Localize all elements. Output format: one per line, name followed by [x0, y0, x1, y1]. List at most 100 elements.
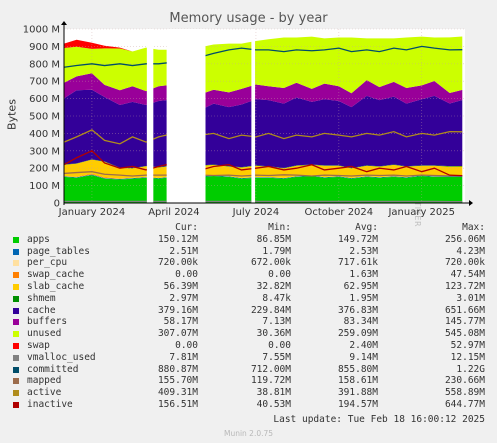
legend-max: 651.66M [444, 304, 485, 316]
header-avg: Avg: [355, 222, 378, 233]
y-tick-label: 200 M [29, 164, 60, 175]
legend-name: swap_cache [27, 269, 85, 281]
legend-avg: 1.63M [349, 269, 378, 281]
legend-cur: 150.12M [157, 233, 198, 245]
legend-cur: 0.00 [175, 340, 198, 351]
legend-min: 7.55M [262, 351, 291, 363]
legend-min: 712.00M [250, 363, 291, 375]
legend-swatch [13, 354, 19, 361]
legend-min: 32.82M [256, 281, 291, 292]
legend-swatch [13, 260, 19, 267]
legend-name: apps [27, 233, 50, 245]
legend-row-unused: unused 307.07M 30.36M 259.09M 545.08M [0, 328, 497, 340]
data-gap [146, 29, 154, 203]
legend-cur: 0.00 [175, 269, 198, 281]
legend-max: 644.77M [444, 399, 485, 410]
legend-swatch [13, 390, 19, 397]
header-cur: Cur: [175, 222, 198, 233]
legend-avg: 376.83M [337, 304, 378, 316]
legend-name: vmalloc_used [27, 351, 96, 363]
legend-name: mapped [27, 375, 62, 387]
legend-cur: 307.07M [157, 328, 198, 340]
area-apps [64, 175, 463, 203]
legend-cur: 409.31M [157, 387, 198, 399]
x-tick-label: January 2024 [58, 207, 126, 218]
y-tick-label: 300 M [29, 146, 60, 157]
legend-name: slab_cache [27, 281, 85, 292]
last-update: Last update: Tue Feb 18 16:00:12 2025 [273, 414, 485, 425]
legend-row-vmalloc-used: vmalloc_used 7.81M 7.55M 9.14M 12.15M [0, 352, 497, 364]
legend-row-mapped: mapped 155.70M 119.72M 158.61M 230.66M [0, 375, 497, 387]
legend-row-swap-cache: swap_cache 0.00 0.00 1.63M 47.54M [0, 269, 497, 281]
x-axis-arrow [469, 200, 473, 206]
legend-swatch [13, 248, 19, 255]
legend-cur: 880.87M [157, 363, 198, 375]
y-tick-label: 100 M [29, 181, 60, 192]
legend-name: cache [27, 304, 56, 316]
legend-max: 47.54M [450, 269, 485, 281]
legend-name: unused [27, 328, 62, 340]
legend-avg: 2.40M [349, 340, 378, 351]
legend-min: 30.36M [256, 328, 291, 340]
header-max: Max: [462, 222, 485, 233]
legend-avg: 83.34M [343, 316, 378, 328]
legend-avg: 149.72M [337, 233, 378, 245]
legend-row-shmem: shmem 2.97M 8.47k 1.95M 3.01M [0, 293, 497, 305]
x-tick-label: July 2024 [232, 207, 280, 218]
legend-swatch [13, 272, 19, 279]
legend-min: 38.81M [256, 387, 291, 399]
legend-avg: 62.95M [343, 281, 378, 292]
y-tick-label: 400 M [29, 129, 60, 140]
legend-cur: 379.16M [157, 304, 198, 316]
legend-avg: 2.53M [349, 245, 378, 257]
legend-row-inactive: inactive 156.51M 40.53M 194.57M 644.77M [0, 399, 497, 411]
legend-cur: 2.97M [169, 292, 198, 304]
legend-avg: 194.57M [337, 399, 378, 410]
y-axis-arrow [61, 21, 67, 25]
legend-max: 1.22G [456, 363, 485, 375]
x-tick-label: January 2025 [387, 207, 455, 218]
legend-cur: 56.39M [163, 281, 198, 292]
data-gap [166, 29, 206, 203]
legend-min: 8.47k [262, 292, 291, 304]
legend-avg: 158.61M [337, 375, 378, 387]
legend-row-apps: apps 150.12M 86.85M 149.72M 256.06M [0, 234, 497, 246]
legend-avg: 9.14M [349, 351, 378, 363]
legend-max: 558.89M [444, 387, 485, 399]
legend-cur: 58.17M [163, 316, 198, 328]
legend-row-active: active 409.31M 38.81M 391.88M 558.89M [0, 387, 497, 399]
memory-chart: 0100 M200 M300 M400 M500 M600 M700 M800 … [23, 21, 473, 218]
legend-max: 545.08M [444, 328, 485, 340]
y-tick-label: 500 M [29, 112, 60, 123]
x-tick-label: April 2024 [148, 207, 199, 218]
legend-row-cache: cache 379.16M 229.84M 376.83M 651.66M [0, 305, 497, 317]
legend-min: 1.79M [262, 245, 291, 257]
legend-row-buffers: buffers 58.17M 7.13M 83.34M 145.77M [0, 316, 497, 328]
legend-row-page-tables: page_tables 2.51M 1.79M 2.53M 4.23M [0, 246, 497, 258]
legend-min: 119.72M [250, 375, 291, 387]
legend-min: 672.00k [250, 257, 291, 269]
legend-avg: 855.80M [337, 363, 378, 375]
legend-swatch [13, 378, 19, 385]
legend-max: 52.97M [450, 340, 485, 351]
legend-max: 4.23M [456, 245, 485, 257]
x-tick-label: October 2024 [305, 207, 374, 218]
legend-swatch [13, 402, 19, 408]
legend-swatch [13, 307, 19, 314]
legend-min: 0.00 [268, 269, 291, 281]
legend-avg: 259.09M [337, 328, 378, 340]
legend-name: buffers [27, 316, 68, 328]
legend-name: committed [27, 363, 79, 375]
legend-min: 0.00 [268, 340, 291, 351]
legend-max: 720.00k [444, 257, 485, 269]
legend-name: active [27, 387, 62, 399]
legend-swatch [13, 343, 19, 349]
y-tick-label: 1000 M [23, 25, 60, 36]
y-tick-label: 600 M [29, 94, 60, 105]
legend-max: 230.66M [444, 375, 485, 387]
legend-row-slab-cache: slab_cache 56.39M 32.82M 62.95M 123.72M [0, 281, 497, 293]
legend-name: page_tables [27, 245, 90, 257]
legend-name: per_cpu [27, 257, 68, 269]
legend-cur: 2.51M [169, 245, 198, 257]
legend-max: 3.01M [456, 292, 485, 304]
